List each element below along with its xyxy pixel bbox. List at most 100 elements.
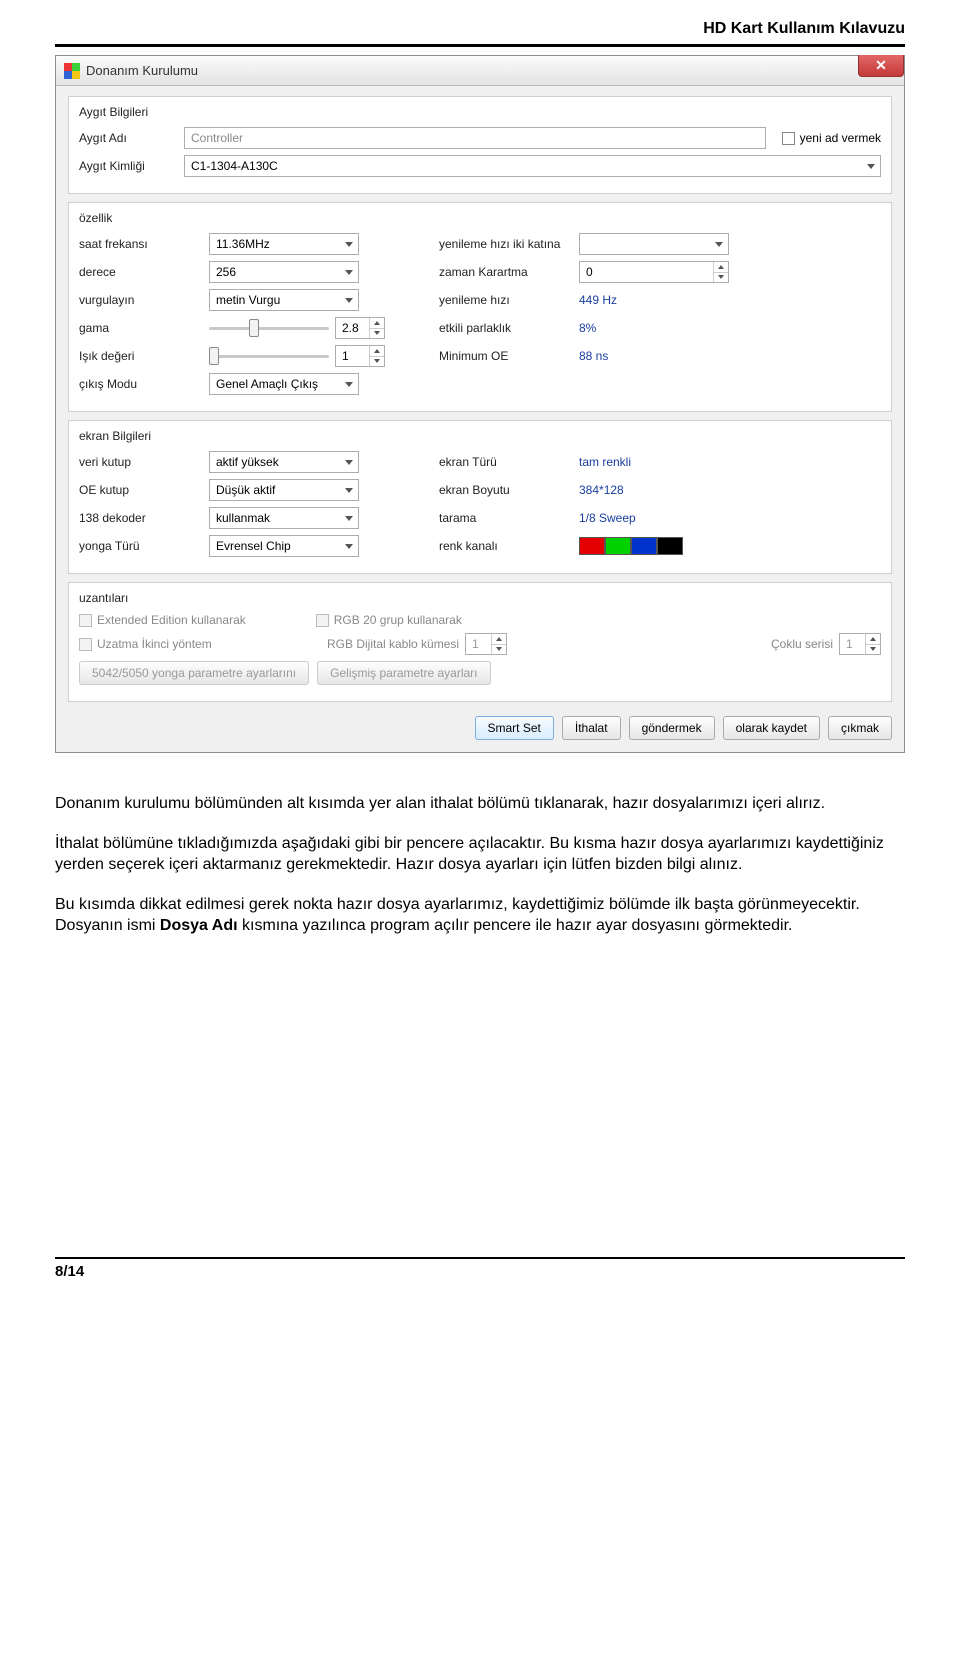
grade-value: 256 (216, 265, 236, 279)
exit-button[interactable]: çıkmak (828, 716, 892, 740)
refresh2-label: yenileme hızı iki katına (439, 237, 579, 251)
refresh-value: 449 Hz (579, 293, 617, 307)
paragraph-3: Bu kısımda dikkat edilmesi gerek nokta h… (55, 894, 905, 937)
light-value: 1 (342, 349, 349, 363)
gamma-value: 2.8 (342, 321, 359, 335)
page-number: 8/14 (55, 1263, 84, 1280)
blanking-spin[interactable]: 0 (579, 261, 729, 283)
device-id-label: Aygıt Kimliği (79, 159, 184, 173)
rename-checkbox[interactable] (782, 132, 795, 145)
gamma-spin[interactable]: 2.8 (335, 317, 385, 339)
color-swatch[interactable] (631, 537, 657, 555)
decoder-combo[interactable]: kullanmak (209, 507, 359, 529)
effective-brightness-value: 8% (579, 321, 596, 335)
chevron-down-icon (710, 234, 728, 254)
p3-part-b: Dosya Adı (160, 917, 238, 934)
data-polarity-combo[interactable]: aktif yüksek (209, 451, 359, 473)
delay-second-checkbox (79, 638, 92, 651)
scan-value: 1/8 Sweep (579, 511, 636, 525)
chevron-down-icon (340, 536, 358, 556)
oe-polarity-combo[interactable]: Düşük aktif (209, 479, 359, 501)
import-button[interactable]: İthalat (562, 716, 621, 740)
oe-polarity-value: Düşük aktif (216, 483, 275, 497)
chevron-down-icon (340, 290, 358, 310)
extensions-group: uzantıları Extended Edition kullanarak R… (68, 582, 892, 702)
gamma-slider[interactable] (209, 317, 329, 339)
screen-type-label: ekran Türü (439, 455, 579, 469)
device-info-title: Aygıt Bilgileri (79, 105, 881, 119)
chevron-down-icon (340, 374, 358, 394)
close-icon: ✕ (875, 57, 887, 74)
chevron-down-icon (340, 262, 358, 282)
output-mode-combo[interactable]: Genel Amaçlı Çıkış (209, 373, 359, 395)
properties-title: özellik (79, 211, 881, 225)
grade-label: derece (79, 265, 209, 279)
body-text: Donanım kurulumu bölümünden alt kısımda … (55, 793, 905, 937)
decoder-value: kullanmak (216, 511, 270, 525)
oe-polarity-label: OE kutup (79, 483, 209, 497)
window-close-button[interactable]: ✕ (858, 55, 904, 77)
grade-combo[interactable]: 256 (209, 261, 359, 283)
device-name-input[interactable]: Controller (184, 127, 766, 149)
gamma-label: gama (79, 321, 209, 335)
doc-header: HD Kart Kullanım Kılavuzu (55, 20, 905, 38)
device-info-group: Aygıt Bilgileri Aygıt Adı Controller yen… (68, 96, 892, 194)
paragraph-2: İthalat bölümüne tıkladığımızda aşağıdak… (55, 833, 905, 876)
send-button[interactable]: göndermek (629, 716, 715, 740)
device-name-label: Aygıt Adı (79, 131, 184, 145)
app-icon (64, 63, 80, 79)
screen-info-title: ekran Bilgileri (79, 429, 881, 443)
save-as-button[interactable]: olarak kaydet (723, 716, 820, 740)
light-spin[interactable]: 1 (335, 345, 385, 367)
refresh-label: yenileme hızı (439, 293, 579, 307)
multi-series-spin: 1 (839, 633, 881, 655)
output-mode-label: çıkış Modu (79, 377, 209, 391)
delay-second-label: Uzatma İkinci yöntem (97, 637, 307, 651)
extended-edition-checkbox (79, 614, 92, 627)
blanking-value: 0 (586, 265, 593, 279)
chip-type-combo[interactable]: Evrensel Chip (209, 535, 359, 557)
emphasis-combo[interactable]: metin Vurgu (209, 289, 359, 311)
chevron-down-icon (340, 508, 358, 528)
cable-set-spin: 1 (465, 633, 507, 655)
chevron-down-icon (340, 452, 358, 472)
color-swatch[interactable] (605, 537, 631, 555)
extended-edition-label: Extended Edition kullanarak (97, 613, 246, 627)
footer-rule (55, 1257, 905, 1259)
chevron-down-icon (862, 156, 880, 176)
window-title: Donanım Kurulumu (86, 63, 198, 78)
emphasis-label: vurgulayın (79, 293, 209, 307)
p3-part-c: kısmına yazılınca program açılır pencere… (238, 917, 793, 934)
refresh2-combo[interactable] (579, 233, 729, 255)
chip-type-label: yonga Türü (79, 539, 209, 553)
page-footer: 8/14 (55, 1257, 905, 1280)
rename-label: yeni ad vermek (800, 131, 881, 145)
blanking-label: zaman Karartma (439, 265, 579, 279)
data-polarity-label: veri kutup (79, 455, 209, 469)
clock-combo[interactable]: 11.36MHz (209, 233, 359, 255)
properties-group: özellik saat frekansı 11.36MHz yenileme … (68, 202, 892, 412)
device-id-combo[interactable]: C1-1304-A130C (184, 155, 881, 177)
paragraph-1: Donanım kurulumu bölümünden alt kısımda … (55, 793, 905, 815)
light-label: Işık değeri (79, 349, 209, 363)
color-channel-swatches[interactable] (579, 537, 683, 555)
advanced-params-button: Gelişmiş parametre ayarları (317, 661, 490, 685)
data-polarity-value: aktif yüksek (216, 455, 279, 469)
multi-series-label: Çoklu serisi (771, 637, 833, 651)
chip-5042-params-button: 5042/5050 yonga parametre ayarlarını (79, 661, 309, 685)
multi-series-value: 1 (846, 637, 853, 651)
cable-set-label: RGB Dijital kablo kümesi (327, 637, 459, 651)
screen-size-value: 384*128 (579, 483, 624, 497)
color-swatch[interactable] (657, 537, 683, 555)
decoder-label: 138 dekoder (79, 511, 209, 525)
rgb20-label: RGB 20 grup kullanarak (334, 613, 462, 627)
smart-set-button[interactable]: Smart Set (475, 716, 554, 740)
color-channel-label: renk kanalı (439, 539, 579, 553)
screen-size-label: ekran Boyutu (439, 483, 579, 497)
doc-header-rule (55, 44, 905, 47)
color-swatch[interactable] (579, 537, 605, 555)
light-slider[interactable] (209, 345, 329, 367)
dialog-button-row: Smart Set İthalat göndermek olarak kayde… (68, 710, 892, 742)
device-id-value: C1-1304-A130C (191, 159, 278, 173)
cable-set-value: 1 (472, 637, 479, 651)
